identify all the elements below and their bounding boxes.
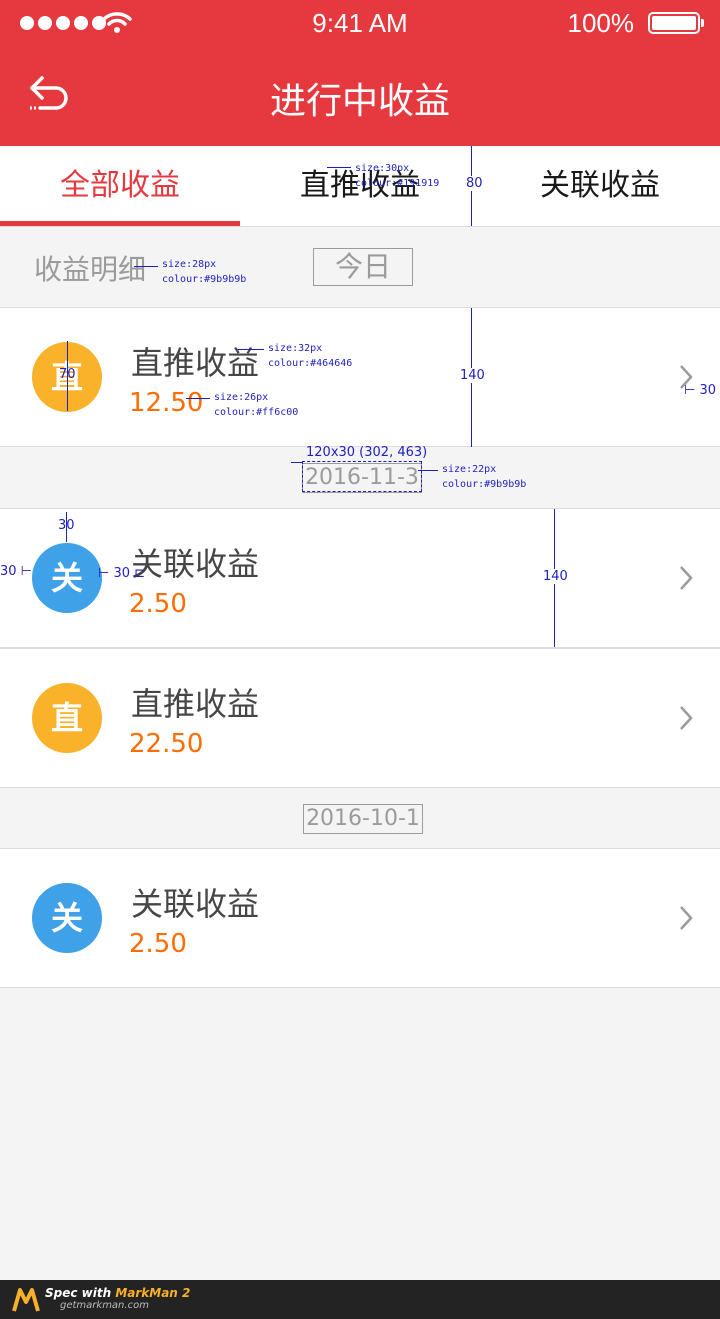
markman-footer: Spec with MarkMan 2 getmarkman.com xyxy=(0,1280,720,1319)
dimension-label: ⊢ 30 xyxy=(684,383,717,398)
row-title: 关联收益 xyxy=(131,545,260,583)
annotation-pointer xyxy=(291,462,303,463)
chevron-right-icon xyxy=(680,566,693,590)
header-bar: 9:41 AM 100% 进行中收益 xyxy=(0,0,720,146)
tab-active-indicator xyxy=(0,221,240,226)
tab-all-earnings[interactable]: 全部收益 xyxy=(0,146,240,226)
row-amount: 12.50 xyxy=(129,388,204,418)
section-title: 收益明细 xyxy=(34,253,147,286)
dimension-label: ⊢ 30 ⊏ xyxy=(98,566,146,581)
annotation-pointer xyxy=(186,398,210,399)
today-filter-button[interactable]: 今日 xyxy=(313,248,413,286)
status-bar: 9:41 AM 100% xyxy=(0,0,720,50)
battery-icon xyxy=(648,12,704,34)
annotation-text: size:32px colour:#464646 xyxy=(268,343,353,369)
annotation-box xyxy=(302,461,422,492)
annotation-text: size:26px colour:#ff6c00 xyxy=(214,392,299,418)
markman-logo-icon xyxy=(12,1288,40,1312)
annotation-text: size:30px colour:#191919 xyxy=(355,163,440,189)
chevron-right-icon xyxy=(680,706,693,730)
tab-linked-earnings[interactable]: 关联收益 xyxy=(480,146,720,226)
dimension-label: 120x30 (302, 463) xyxy=(306,445,428,460)
battery-percent: 100% xyxy=(567,8,635,38)
annotation-text: size:28px colour:#9b9b9b xyxy=(162,259,247,285)
avatar-linked: 关 xyxy=(32,543,102,613)
avatar-direct: 直 xyxy=(32,683,102,753)
dimension-label: 80 xyxy=(464,176,485,191)
dimension-label: 70 xyxy=(59,367,76,382)
earnings-row[interactable]: 直 直推收益 22.50 xyxy=(0,648,720,788)
annotation-pointer xyxy=(238,349,264,350)
footer-url: getmarkman.com xyxy=(60,1300,149,1311)
page-title: 进行中收益 xyxy=(269,81,450,122)
annotation-pointer xyxy=(134,266,158,267)
row-amount: 2.50 xyxy=(129,929,187,959)
avatar-linked: 关 xyxy=(32,883,102,953)
dimension-label: 140 xyxy=(543,569,568,584)
row-title: 直推收益 xyxy=(131,344,260,382)
annotation-pointer xyxy=(418,470,438,471)
row-title: 关联收益 xyxy=(131,885,260,923)
row-amount: 2.50 xyxy=(129,589,187,619)
annotation-text: size:22px colour:#9b9b9b xyxy=(442,464,527,490)
dimension-label: 30 ⊢ xyxy=(0,564,33,579)
annotation-pointer xyxy=(327,167,351,168)
dimension-label: 140 xyxy=(460,368,485,383)
footer-brand: Spec with MarkMan 2 xyxy=(45,1286,191,1300)
date-divider: 2016-10-1 xyxy=(303,804,423,834)
row-amount: 22.50 xyxy=(129,729,204,759)
dimension-label: 30 xyxy=(58,518,75,533)
earnings-row[interactable]: 直 直推收益 12.50 xyxy=(0,307,720,447)
earnings-row[interactable]: 关 关联收益 2.50 xyxy=(0,848,720,988)
row-title: 直推收益 xyxy=(131,685,260,723)
chevron-right-icon xyxy=(680,906,693,930)
